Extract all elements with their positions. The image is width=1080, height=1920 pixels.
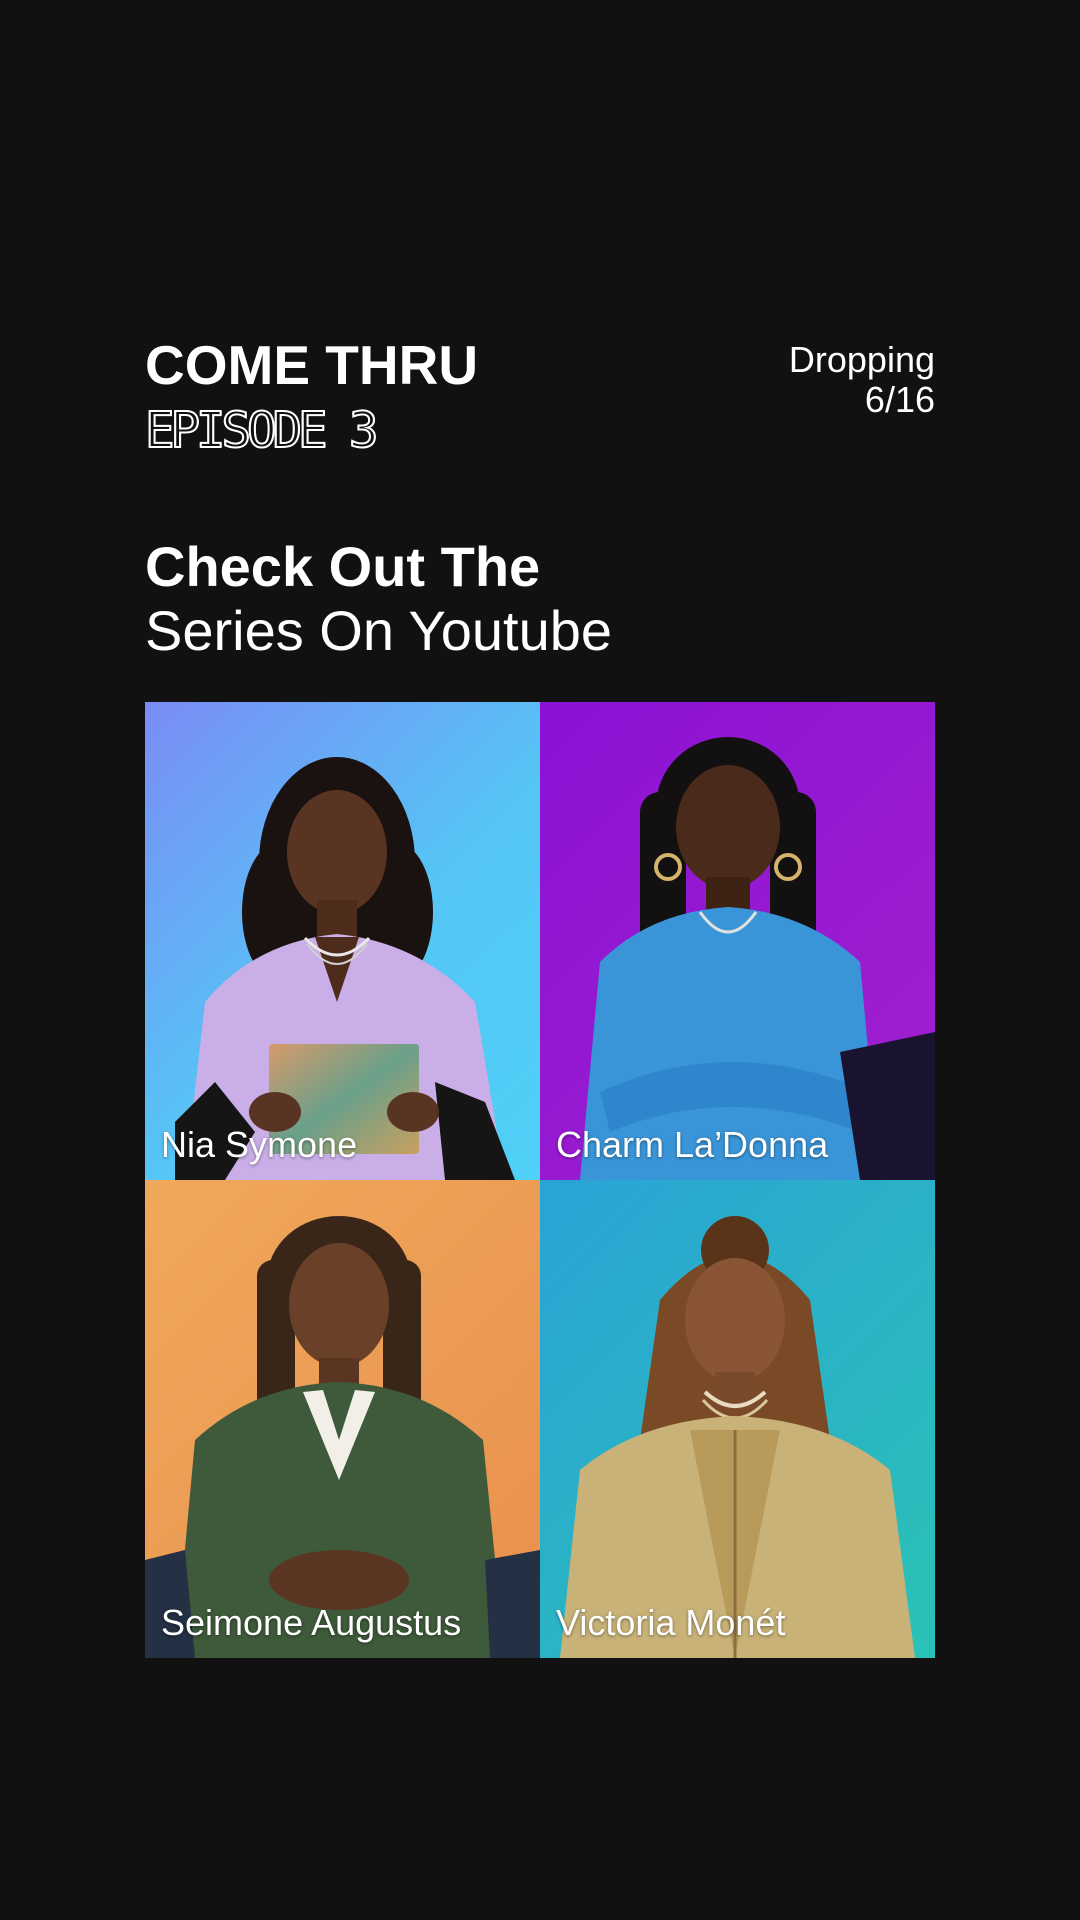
guest-name: Seimone Augustus <box>161 1602 462 1643</box>
cta-line-2: Series On Youtube <box>145 599 613 662</box>
drop-date: Dropping 6/16 <box>789 340 935 420</box>
guest-portrait <box>175 757 515 1180</box>
guest-tile-seimone-augustus: Seimone Augustus <box>145 1180 540 1658</box>
guest-portrait <box>580 737 935 1180</box>
cta-line-1: Check Out The <box>145 535 541 598</box>
guest-tile-victoria-monet: Victoria Monét <box>540 1180 935 1658</box>
episode-header: COME THRU EPISODE 3 Dropping 6/16 <box>144 334 935 468</box>
episode-label: EPISODE 3 <box>144 402 380 459</box>
guest-portrait <box>560 1216 915 1658</box>
guest-tile-charm-ladonna: Charm La’Donna <box>540 702 935 1180</box>
guest-name: Nia Symone <box>161 1124 358 1165</box>
guest-tile-nia-symone: Nia Symone <box>145 702 540 1180</box>
guest-name: Victoria Monét <box>556 1602 786 1643</box>
show-title: COME THRU <box>145 334 479 396</box>
drop-label: Dropping <box>788 339 935 380</box>
guest-grid: Nia Symone Charm La’Donna Seimone August… <box>145 702 935 1658</box>
youtube-cta: Check Out The Series On Youtube <box>145 535 612 663</box>
guest-portrait <box>145 1216 540 1658</box>
guest-name: Charm La’Donna <box>556 1124 829 1165</box>
drop-date-value: 6/16 <box>864 379 935 420</box>
